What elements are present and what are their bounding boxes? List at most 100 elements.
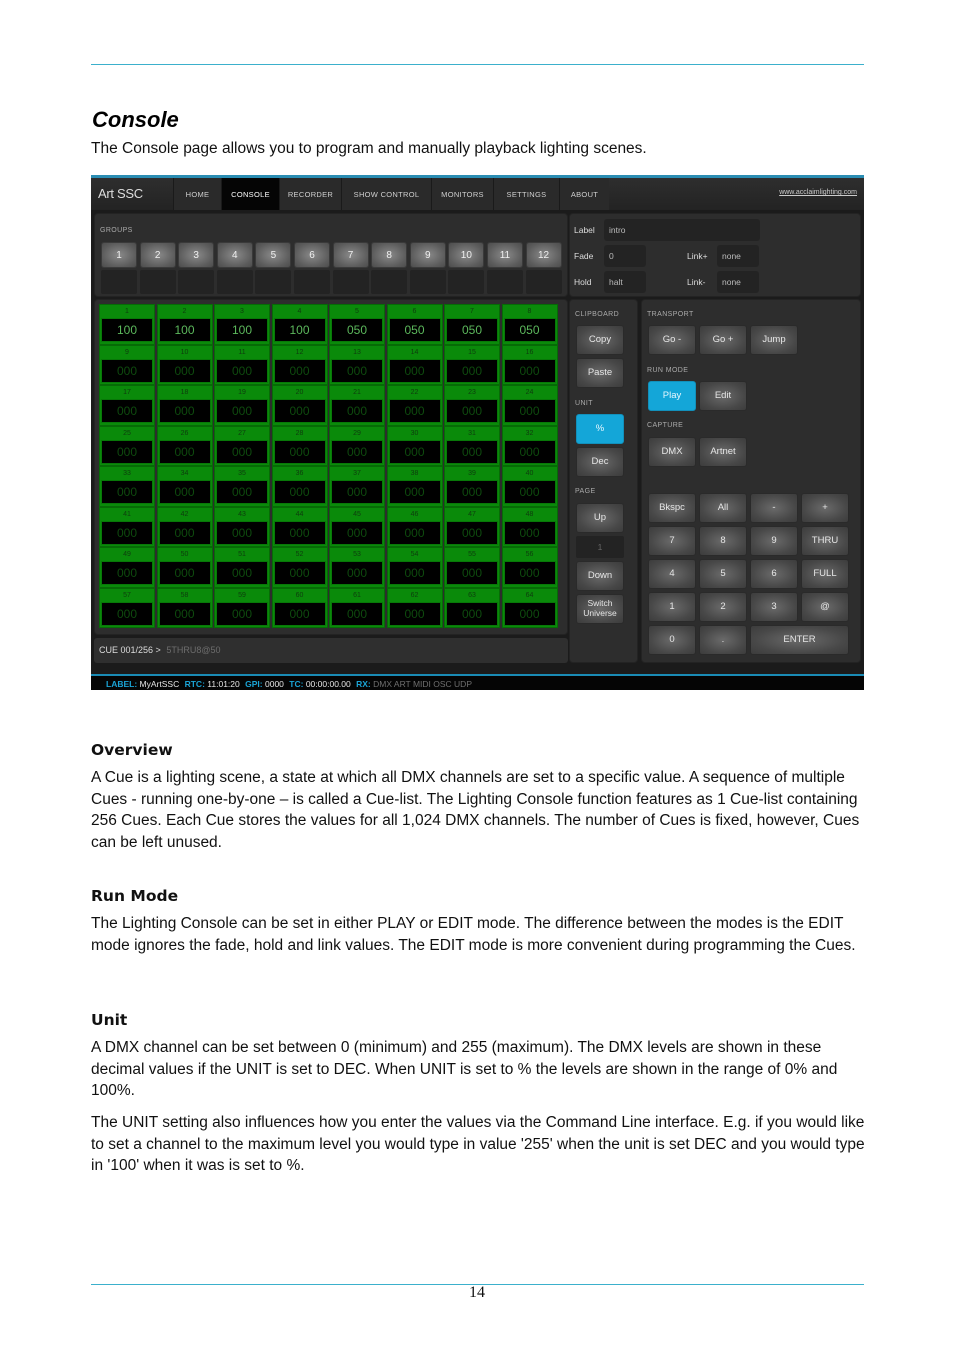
group-button[interactable]: 12	[525, 242, 562, 268]
keypad-7-button[interactable]: 7	[648, 526, 696, 556]
cue-label-field[interactable]: intro	[604, 219, 760, 241]
channel-cell[interactable]: 8 050	[501, 304, 558, 345]
keypad-thru-button[interactable]: THRU	[801, 526, 849, 556]
channel-cell[interactable]: 38 000	[386, 466, 443, 507]
tab-settings[interactable]: SETTINGS	[493, 178, 559, 210]
channel-cell[interactable]: 32 000	[501, 425, 558, 466]
channel-cell[interactable]: 20 000	[271, 385, 328, 426]
keypad-at-button[interactable]: @	[801, 592, 849, 622]
channel-cell[interactable]: 4 100	[271, 304, 328, 345]
channel-cell[interactable]: 3 100	[214, 304, 270, 345]
channel-cell[interactable]: 63 000	[444, 587, 500, 628]
channel-cell[interactable]: 13 000	[329, 344, 385, 385]
channel-cell[interactable]: 6 050	[386, 304, 443, 345]
keypad-3-button[interactable]: 3	[750, 592, 798, 622]
tab-monitors[interactable]: MONITORS	[431, 178, 493, 210]
channel-cell[interactable]: 29 000	[329, 425, 385, 466]
channel-cell[interactable]: 31 000	[444, 425, 500, 466]
channel-cell[interactable]: 58 000	[156, 587, 213, 628]
channel-cell[interactable]: 11 000	[214, 344, 270, 385]
tab-home[interactable]: HOME	[173, 178, 221, 210]
unit-dec-button[interactable]: Dec	[576, 447, 624, 477]
keypad-6-button[interactable]: 6	[750, 559, 798, 589]
channel-cell[interactable]: 49 000	[99, 547, 155, 588]
channel-cell[interactable]: 59 000	[214, 587, 270, 628]
channel-cell[interactable]: 54 000	[386, 547, 443, 588]
channel-cell[interactable]: 35 000	[214, 466, 270, 507]
group-button[interactable]: 10	[448, 242, 485, 268]
keypad-enter-button[interactable]: ENTER	[750, 625, 849, 655]
jump-button[interactable]: Jump	[750, 325, 798, 355]
channel-cell[interactable]: 19 000	[214, 385, 270, 426]
channel-cell[interactable]: 43 000	[214, 506, 270, 547]
tab-show-control[interactable]: SHOW CONTROL	[341, 178, 431, 210]
channel-cell[interactable]: 7 050	[444, 304, 500, 345]
page-down-button[interactable]: Down	[576, 561, 624, 591]
channel-cell[interactable]: 41 000	[99, 506, 155, 547]
channel-cell[interactable]: 62 000	[386, 587, 443, 628]
keypad-minus-button[interactable]: -	[750, 493, 798, 523]
channel-cell[interactable]: 24 000	[501, 385, 558, 426]
channel-cell[interactable]: 60 000	[271, 587, 328, 628]
go-minus-button[interactable]: Go -	[648, 325, 696, 355]
channel-cell[interactable]: 36 000	[271, 466, 328, 507]
command-input[interactable]: 5THRU8@50	[166, 645, 220, 655]
command-line[interactable]: CUE 001/256 > 5THRU8@50	[94, 638, 568, 663]
unit-percent-button[interactable]: %	[576, 414, 624, 444]
keypad-dot-button[interactable]: .	[699, 625, 747, 655]
channel-cell[interactable]: 10 000	[156, 344, 213, 385]
channel-cell[interactable]: 33 000	[99, 466, 155, 507]
tab-recorder[interactable]: RECORDER	[279, 178, 341, 210]
channel-cell[interactable]: 48 000	[501, 506, 558, 547]
group-button[interactable]: 7	[332, 242, 369, 268]
website-link[interactable]: www.acclaimlighting.com	[779, 178, 864, 210]
channel-cell[interactable]: 2 100	[156, 304, 213, 345]
channel-cell[interactable]: 28 000	[271, 425, 328, 466]
channel-cell[interactable]: 22 000	[386, 385, 443, 426]
keypad-5-button[interactable]: 5	[699, 559, 747, 589]
capture-artnet-button[interactable]: Artnet	[699, 437, 747, 467]
channel-cell[interactable]: 61 000	[329, 587, 385, 628]
channel-cell[interactable]: 26 000	[156, 425, 213, 466]
channel-cell[interactable]: 40 000	[501, 466, 558, 507]
hold-field[interactable]: halt	[604, 271, 646, 293]
channel-cell[interactable]: 25 000	[99, 425, 155, 466]
keypad-9-button[interactable]: 9	[750, 526, 798, 556]
fade-field[interactable]: 0	[604, 245, 646, 267]
keypad-4-button[interactable]: 4	[648, 559, 696, 589]
keypad-1-button[interactable]: 1	[648, 592, 696, 622]
page-up-button[interactable]: Up	[576, 503, 624, 533]
group-button[interactable]: 5	[255, 242, 292, 268]
channel-cell[interactable]: 57 000	[99, 587, 155, 628]
tab-console[interactable]: CONSOLE	[221, 178, 279, 210]
go-plus-button[interactable]: Go +	[699, 325, 747, 355]
group-button[interactable]: 4	[216, 242, 253, 268]
capture-dmx-button[interactable]: DMX	[648, 437, 696, 467]
channel-cell[interactable]: 64 000	[501, 587, 558, 628]
group-button[interactable]: 2	[139, 242, 176, 268]
keypad-bkspc-button[interactable]: Bkspc	[648, 493, 696, 523]
channel-cell[interactable]: 34 000	[156, 466, 213, 507]
channel-cell[interactable]: 46 000	[386, 506, 443, 547]
channel-cell[interactable]: 17 000	[99, 385, 155, 426]
group-button[interactable]: 8	[371, 242, 408, 268]
channel-cell[interactable]: 1 100	[99, 304, 155, 345]
channel-cell[interactable]: 12 000	[271, 344, 328, 385]
channel-cell[interactable]: 45 000	[329, 506, 385, 547]
channel-cell[interactable]: 23 000	[444, 385, 500, 426]
channel-cell[interactable]: 5 050	[329, 304, 385, 345]
edit-button[interactable]: Edit	[699, 381, 747, 411]
channel-cell[interactable]: 39 000	[444, 466, 500, 507]
group-button[interactable]: 11	[486, 242, 523, 268]
channel-cell[interactable]: 37 000	[329, 466, 385, 507]
group-button[interactable]: 3	[178, 242, 215, 268]
copy-button[interactable]: Copy	[576, 325, 624, 355]
keypad-0-button[interactable]: 0	[648, 625, 696, 655]
channel-cell[interactable]: 18 000	[156, 385, 213, 426]
keypad-all-button[interactable]: All	[699, 493, 747, 523]
channel-cell[interactable]: 42 000	[156, 506, 213, 547]
channel-cell[interactable]: 55 000	[444, 547, 500, 588]
channel-cell[interactable]: 47 000	[444, 506, 500, 547]
channel-cell[interactable]: 21 000	[329, 385, 385, 426]
switch-universe-button[interactable]: Switch Universe	[576, 594, 624, 624]
